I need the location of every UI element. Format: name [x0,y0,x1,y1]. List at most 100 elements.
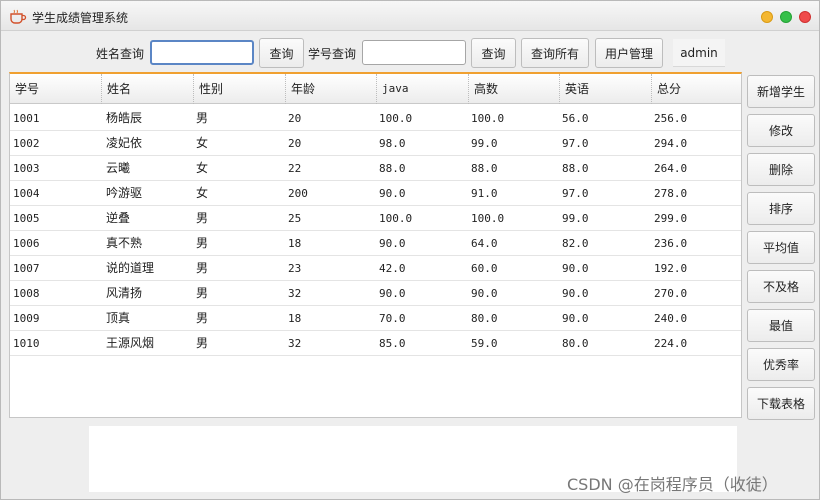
table-row[interactable]: 1006 真不熟 男 18 90.0 64.0 82.0 236.0 [10,231,741,256]
table-row[interactable]: 1002 凌妃依 女 20 98.0 99.0 97.0 294.0 [10,131,741,156]
table-row[interactable]: 1005 逆叠 男 25 100.0 100.0 99.0 299.0 [10,206,741,231]
cell-math: 90.0 [471,287,498,300]
cell-id: 1005 [13,212,40,225]
query-all-button[interactable]: 查询所有 [521,38,589,68]
cell-java: 88.0 [379,162,406,175]
cell-english: 88.0 [562,162,589,175]
cell-age: 20 [288,112,302,125]
sort-button[interactable]: 排序 [747,192,815,225]
cell-java: 100.0 [379,212,413,225]
edit-button[interactable]: 修改 [747,114,815,147]
id-search-input[interactable] [362,40,466,65]
id-search-label: 学号查询 [308,47,357,61]
cell-english: 90.0 [562,312,589,325]
excellence-rate-button[interactable]: 优秀率 [747,348,815,381]
app-window: 学生成绩管理系统 姓名查询 查询 学号查询 查询 查询所有 用户管理 admin… [0,0,820,500]
cell-total: 264.0 [654,162,688,175]
cell-name: 杨皓辰 [106,111,143,125]
table-row[interactable]: 1003 云曦 女 22 88.0 88.0 88.0 264.0 [10,156,741,181]
watermark: CSDN @在岗程序员（收徒） [567,475,778,494]
delete-button[interactable]: 删除 [747,153,815,186]
minimize-button[interactable] [761,11,773,23]
close-button[interactable] [799,11,811,23]
column-header-math[interactable]: 高数 [468,74,559,104]
cell-gender: 男 [196,236,209,250]
cell-gender: 女 [196,161,209,175]
cell-java: 42.0 [379,262,406,275]
table-row[interactable]: 1008 风清扬 男 32 90.0 90.0 90.0 270.0 [10,281,741,306]
table-row[interactable]: 1001 杨皓辰 男 20 100.0 100.0 56.0 256.0 [10,106,741,131]
name-search-label: 姓名查询 [96,47,145,61]
cell-english: 99.0 [562,212,589,225]
table-row[interactable]: 1004 吟游驱 女 200 90.0 91.0 97.0 278.0 [10,181,741,206]
cell-id: 1008 [13,287,40,300]
column-header-id[interactable]: 学号 [10,74,101,104]
cell-english: 82.0 [562,237,589,250]
cell-java: 90.0 [379,287,406,300]
extreme-value-button[interactable]: 最值 [747,309,815,342]
cell-math: 99.0 [471,137,498,150]
cell-name: 凌妃依 [106,136,143,150]
column-header-english[interactable]: 英语 [559,74,651,104]
cell-english: 80.0 [562,337,589,350]
table-row[interactable]: 1010 王源风烟 男 32 85.0 59.0 80.0 224.0 [10,331,741,356]
cell-total: 299.0 [654,212,688,225]
cell-total: 240.0 [654,312,688,325]
user-management-button[interactable]: 用户管理 [595,38,663,68]
cell-gender: 男 [196,261,209,275]
cell-total: 224.0 [654,337,688,350]
cell-java: 100.0 [379,112,413,125]
cell-english: 90.0 [562,262,589,275]
cell-age: 18 [288,237,302,250]
cell-math: 100.0 [471,112,505,125]
cell-math: 91.0 [471,187,498,200]
cell-age: 32 [288,287,302,300]
cell-total: 236.0 [654,237,688,250]
cell-id: 1004 [13,187,40,200]
id-search-button[interactable]: 查询 [471,38,516,68]
cell-id: 1002 [13,137,40,150]
cell-math: 100.0 [471,212,505,225]
cell-name: 风清扬 [106,286,143,300]
cell-id: 1010 [13,337,40,350]
cell-age: 18 [288,312,302,325]
cell-id: 1001 [13,112,40,125]
cell-english: 56.0 [562,112,589,125]
column-header-java[interactable]: java [376,74,468,104]
cell-english: 97.0 [562,137,589,150]
cell-gender: 男 [196,286,209,300]
column-header-age[interactable]: 年龄 [285,74,376,104]
cell-id: 1009 [13,312,40,325]
download-table-button[interactable]: 下载表格 [747,387,815,420]
column-header-total[interactable]: 总分 [651,74,741,104]
cell-age: 22 [288,162,302,175]
cell-total: 192.0 [654,262,688,275]
window-title: 学生成绩管理系统 [32,11,129,25]
table-row[interactable]: 1009 顶真 男 18 70.0 80.0 90.0 240.0 [10,306,741,331]
cell-math: 59.0 [471,337,498,350]
cell-math: 60.0 [471,262,498,275]
average-button[interactable]: 平均值 [747,231,815,264]
cell-id: 1006 [13,237,40,250]
cell-java: 98.0 [379,137,406,150]
cell-total: 256.0 [654,112,688,125]
cell-gender: 男 [196,111,209,125]
cell-name: 吟游驱 [106,186,143,200]
cell-gender: 男 [196,211,209,225]
table-row[interactable]: 1007 说的道理 男 23 42.0 60.0 90.0 192.0 [10,256,741,281]
cell-name: 云曦 [106,161,131,175]
name-search-button[interactable]: 查询 [259,38,304,68]
column-header-name[interactable]: 姓名 [101,74,193,104]
column-header-gender[interactable]: 性别 [193,74,285,104]
title-bar: 学生成绩管理系统 [1,1,819,31]
cell-english: 90.0 [562,287,589,300]
name-search-input[interactable] [150,40,254,65]
cell-java: 90.0 [379,237,406,250]
add-student-button[interactable]: 新增学生 [747,75,815,108]
failed-button[interactable]: 不及格 [747,270,815,303]
maximize-button[interactable] [780,11,792,23]
current-user-label: admin [673,39,725,67]
student-table: 学号 姓名 性别 年龄 java 高数 英语 总分 1001 杨皓辰男 20 100.… [9,72,742,418]
table-header: 学号 姓名 性别 年龄 java 高数 英语 总分 [10,74,741,104]
cell-id: 1003 [13,162,40,175]
